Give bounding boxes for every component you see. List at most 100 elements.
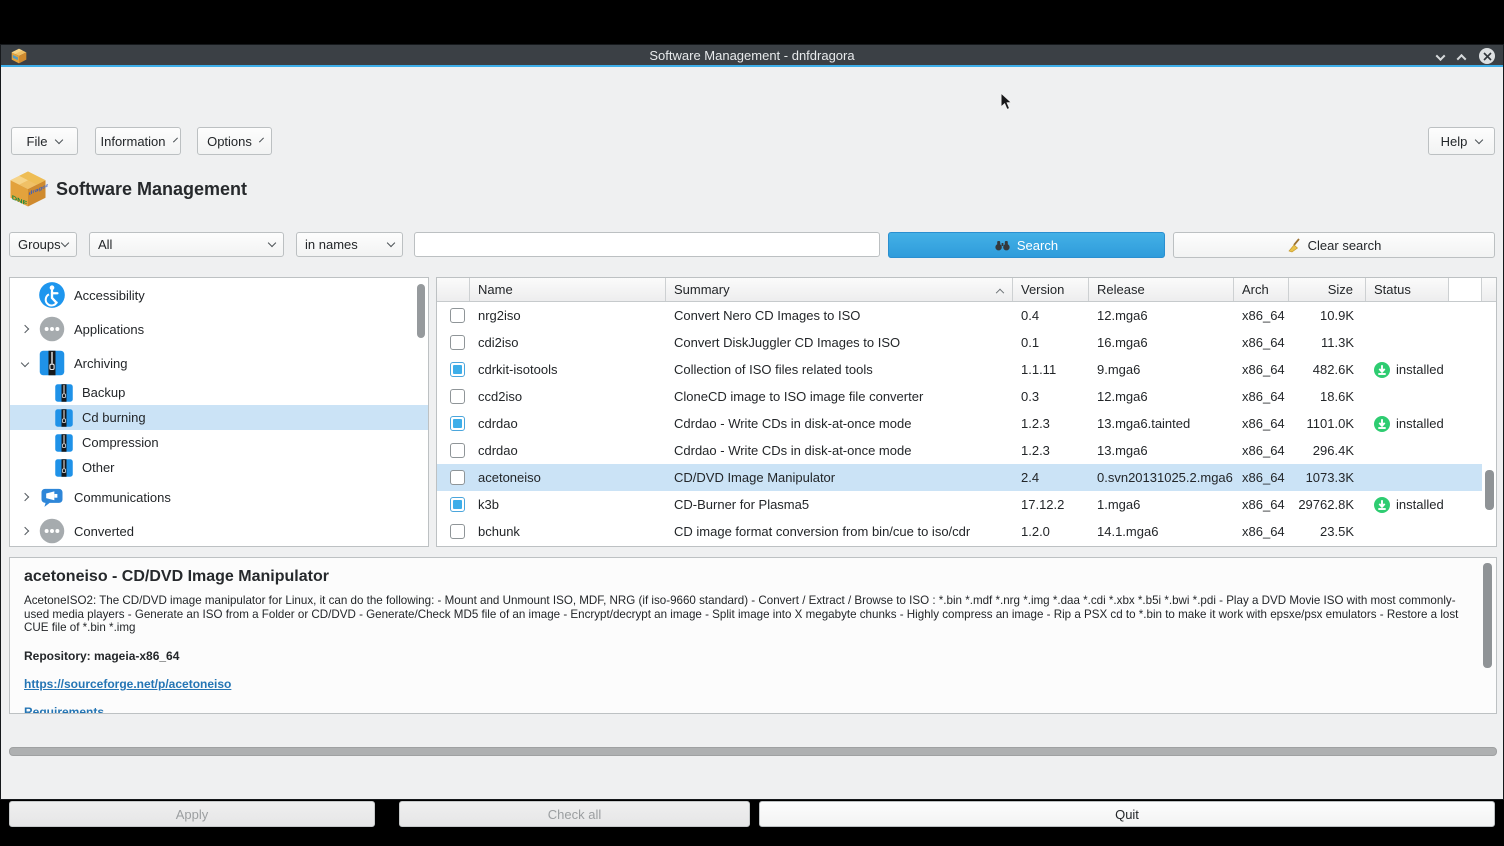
column-header-version[interactable]: Version	[1013, 278, 1089, 301]
screen: Software Management - dnfdragora File In…	[0, 0, 1504, 846]
minimize-button[interactable]	[1437, 49, 1444, 64]
summary-cell: Cdrdao - Write CDs in disk-at-once mode	[666, 437, 1013, 464]
information-menu-button[interactable]: Information	[95, 127, 181, 155]
group-filter-dropdown[interactable]: All	[89, 232, 284, 257]
package-checkbox[interactable]	[450, 308, 465, 323]
release-cell: 13.mga6	[1089, 437, 1234, 464]
package-checkbox[interactable]	[450, 497, 465, 512]
horizontal-scrollbar[interactable]	[9, 747, 1497, 756]
check-all-button[interactable]: Check all	[399, 801, 750, 827]
column-header-arch[interactable]: Arch	[1234, 278, 1289, 301]
column-header-status[interactable]: Status	[1366, 278, 1449, 301]
release-cell: 12.mga6	[1089, 383, 1234, 410]
expander-collapsed-icon[interactable]	[20, 492, 30, 502]
tree-scrollbar-thumb[interactable]	[417, 284, 425, 338]
app-window: Software Management - dnfdragora File In…	[0, 44, 1504, 800]
name-cell: k3b	[470, 491, 666, 518]
tree-item-communications[interactable]: Communications	[10, 480, 428, 514]
details-scrollbar-thumb[interactable]	[1483, 563, 1492, 668]
clear-search-button[interactable]: Clear search	[1173, 232, 1495, 258]
tree-item-converted[interactable]: Converted	[10, 514, 428, 547]
search-scope-value: in names	[305, 237, 358, 252]
version-cell: 0.4	[1013, 302, 1089, 329]
package-row-k3b[interactable]: k3bCD-Burner for Plasma517.12.21.mga6x86…	[437, 491, 1496, 518]
expander-expanded-icon[interactable]	[20, 358, 30, 368]
requirements-link[interactable]: Requirements	[24, 705, 1484, 714]
tree-item-archiving[interactable]: Archiving	[10, 346, 428, 380]
search-scope-dropdown[interactable]: in names	[296, 232, 403, 257]
tree-item-backup[interactable]: Backup	[10, 380, 428, 405]
package-checkbox[interactable]	[450, 389, 465, 404]
release-cell: 0.svn20131025.2.mga6	[1089, 464, 1234, 491]
arch-cell: x86_64	[1234, 329, 1289, 356]
arch-cell: x86_64	[1234, 518, 1289, 545]
column-header-size[interactable]: Size	[1289, 278, 1366, 301]
groups-dropdown[interactable]: Groups	[9, 232, 77, 257]
status-cell	[1366, 464, 1449, 491]
arch-cell: x86_64	[1234, 302, 1289, 329]
tree-item-applications[interactable]: Applications	[10, 312, 428, 346]
quit-button-label: Quit	[1115, 807, 1139, 822]
package-row-cdi2iso[interactable]: cdi2isoConvert DiskJuggler CD Images to …	[437, 329, 1496, 356]
package-row-nrg2iso[interactable]: nrg2isoConvert Nero CD Images to ISO0.41…	[437, 302, 1496, 329]
column-header-release[interactable]: Release	[1089, 278, 1234, 301]
expander-collapsed-icon[interactable]	[20, 526, 30, 536]
expander-collapsed-icon[interactable]	[20, 324, 30, 334]
package-row-ccd2iso[interactable]: ccd2isoCloneCD image to ISO image file c…	[437, 383, 1496, 410]
options-menu-button[interactable]: Options	[197, 127, 272, 155]
information-menu-label: Information	[100, 134, 165, 149]
size-cell: 1073.3K	[1289, 464, 1366, 491]
search-button-label: Search	[1017, 238, 1058, 253]
chevron-down-icon	[55, 135, 63, 143]
name-cell: bchunk	[470, 518, 666, 545]
apply-button[interactable]: Apply	[9, 801, 375, 827]
package-checkbox[interactable]	[450, 362, 465, 377]
blank-cell	[1449, 329, 1482, 356]
clear-search-label: Clear search	[1308, 238, 1382, 253]
package-row-cdrdao[interactable]: cdrdaoCdrdao - Write CDs in disk-at-once…	[437, 410, 1496, 437]
column-header-name[interactable]: Name	[470, 278, 666, 301]
tree-item-label: Communications	[74, 490, 171, 505]
help-menu-button[interactable]: Help	[1428, 127, 1495, 155]
size-cell: 23.5K	[1289, 518, 1366, 545]
close-button[interactable]	[1479, 48, 1495, 64]
version-cell: 1.1.11	[1013, 356, 1089, 383]
file-menu-button[interactable]: File	[11, 127, 78, 155]
name-cell: cdi2iso	[470, 329, 666, 356]
table-scrollbar-thumb[interactable]	[1485, 470, 1494, 510]
package-checkbox[interactable]	[450, 335, 465, 350]
package-checkbox[interactable]	[450, 443, 465, 458]
blank-cell	[1449, 464, 1482, 491]
arch-cell: x86_64	[1234, 410, 1289, 437]
name-cell: cdrdao	[470, 410, 666, 437]
page-header: DNF dragora Software Management	[8, 168, 247, 210]
tree-item-accessibility[interactable]: Accessibility	[10, 278, 428, 312]
tree-item-other[interactable]: Other	[10, 455, 428, 480]
quit-button[interactable]: Quit	[759, 801, 1495, 827]
package-row-cdrkit-isotools[interactable]: cdrkit-isotoolsCollection of ISO files r…	[437, 356, 1496, 383]
summary-cell: CD image format conversion from bin/cue …	[666, 518, 1013, 545]
tree-item-cd-burning[interactable]: Cd burning	[10, 405, 428, 430]
tree-item-compression[interactable]: Compression	[10, 430, 428, 455]
blank-cell	[1449, 356, 1482, 383]
app-icon	[10, 47, 28, 65]
homepage-link[interactable]: https://sourceforge.net/p/acetoneiso	[24, 677, 1484, 691]
status-cell: installed	[1366, 356, 1449, 383]
apply-button-label: Apply	[176, 807, 209, 822]
maximize-button[interactable]	[1458, 49, 1465, 64]
search-input[interactable]	[414, 232, 880, 257]
chevron-down-icon	[259, 137, 264, 142]
tree-item-label: Converted	[74, 524, 134, 539]
package-row-cdrdao[interactable]: cdrdaoCdrdao - Write CDs in disk-at-once…	[437, 437, 1496, 464]
package-checkbox[interactable]	[450, 524, 465, 539]
column-header-blank	[1449, 278, 1482, 301]
column-header-label: Status	[1374, 282, 1411, 297]
package-checkbox[interactable]	[450, 470, 465, 485]
package-row-acetoneiso[interactable]: acetoneisoCD/DVD Image Manipulator2.40.s…	[437, 464, 1496, 491]
column-header-summary[interactable]: Summary	[666, 278, 1013, 301]
search-button[interactable]: Search	[888, 232, 1165, 258]
package-row-bchunk[interactable]: bchunkCD image format conversion from bi…	[437, 518, 1496, 545]
tree-item-label: Archiving	[74, 356, 127, 371]
package-checkbox[interactable]	[450, 416, 465, 431]
status-label: installed	[1396, 416, 1444, 431]
